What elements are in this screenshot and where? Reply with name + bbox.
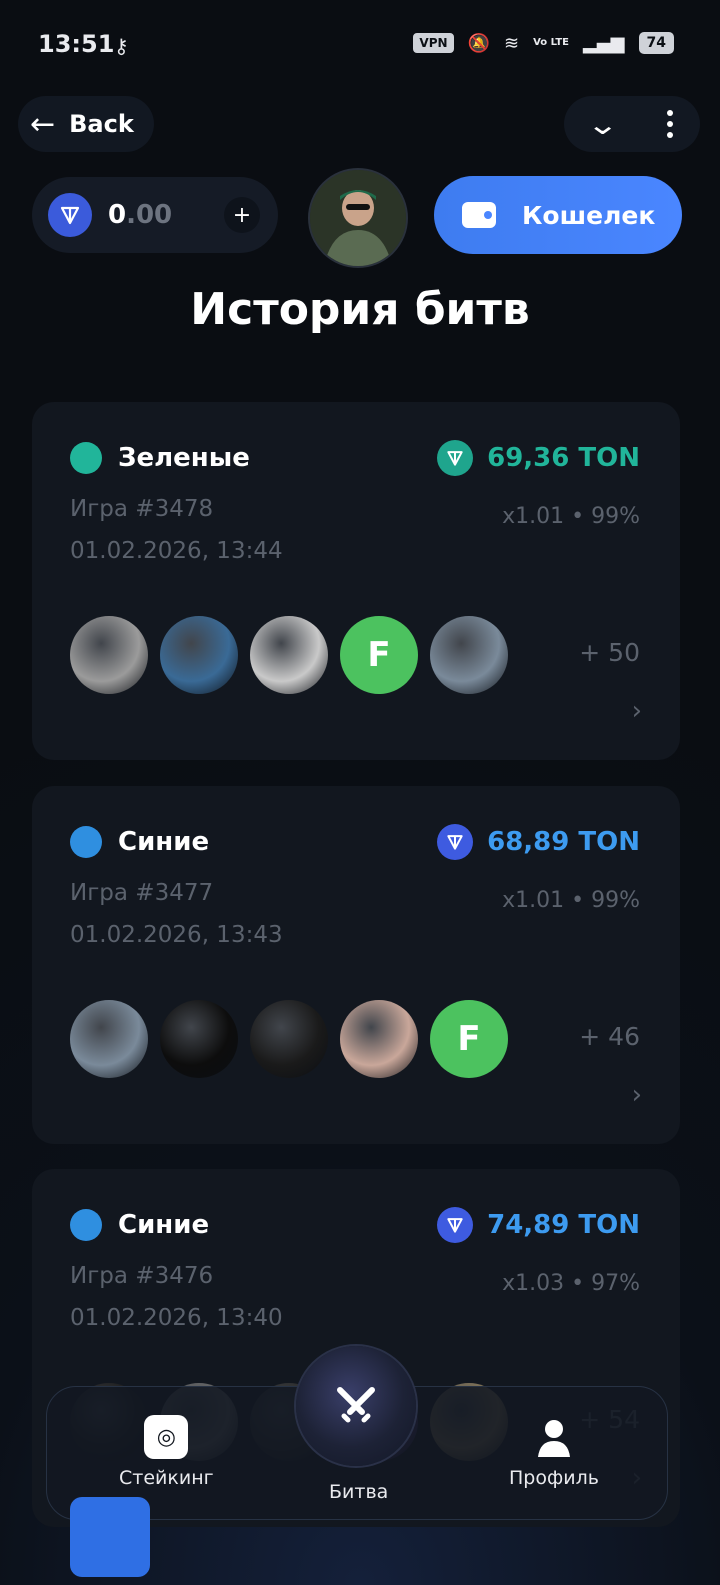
- top-actions: ⌄: [564, 96, 700, 152]
- battle-card[interactable]: Синие 68,89 TON Игра #3477 x1.01 • 99% 0…: [32, 786, 680, 1144]
- battle-card[interactable]: Зеленые 69,36 TON Игра #3478 x1.01 • 99%…: [32, 402, 680, 760]
- nav-profile[interactable]: Профиль: [509, 1415, 599, 1489]
- chevron-right-icon[interactable]: ›: [632, 1080, 642, 1110]
- vpn-badge: VPN: [413, 33, 454, 53]
- team-dot: [70, 442, 102, 474]
- player-avatar: [70, 616, 148, 694]
- team-label: Синие: [70, 826, 209, 858]
- team-name: Синие: [118, 827, 210, 857]
- volte-badge: Vo LTE: [533, 37, 569, 48]
- game-date: 01.02.2026, 13:40: [70, 1305, 283, 1331]
- more-options-icon[interactable]: [667, 110, 674, 138]
- team-label: Зеленые: [70, 442, 250, 474]
- game-date: 01.02.2026, 13:43: [70, 922, 283, 948]
- wallet-label: Кошелек: [522, 200, 656, 230]
- balance-pill[interactable]: 0.00 +: [32, 177, 278, 253]
- nav-battle-label: Битва: [329, 1481, 389, 1503]
- page-title: История битв: [190, 284, 530, 335]
- amount-value: 74,89 TON: [487, 1210, 640, 1240]
- player-avatar: [340, 1000, 418, 1078]
- battery-badge: 74: [638, 32, 674, 54]
- mute-icon: 🔕: [467, 32, 490, 54]
- amount-value: 69,36 TON: [487, 443, 640, 473]
- back-label: Back: [69, 110, 134, 138]
- pot-amount: 69,36 TON: [437, 440, 640, 476]
- game-number: Игра #3476: [70, 1263, 214, 1289]
- player-avatar: F: [430, 1000, 508, 1078]
- chevron-right-icon[interactable]: ›: [632, 696, 642, 726]
- floating-tile: [70, 1497, 150, 1577]
- game-number: Игра #3477: [70, 880, 214, 906]
- add-funds-button[interactable]: +: [224, 197, 260, 233]
- staking-icon: ◎: [144, 1415, 189, 1459]
- wallet-icon: [462, 202, 496, 228]
- team-dot: [70, 826, 102, 858]
- back-button[interactable]: ← Back: [18, 96, 154, 152]
- player-avatar: [160, 1000, 238, 1078]
- balance-value: 0.00: [108, 200, 172, 230]
- amount-value: 68,89 TON: [487, 827, 640, 857]
- pot-amount: 74,89 TON: [437, 1207, 640, 1243]
- key-icon: ⚷: [114, 34, 129, 58]
- status-icons: VPN 🔕 ≋ Vo LTE ▂▄▆ 74: [413, 32, 674, 54]
- player-avatar: [70, 1000, 148, 1078]
- players-row: F: [70, 616, 508, 694]
- wallet-button[interactable]: Кошелек: [434, 176, 682, 254]
- more-players-count: + 46: [579, 1022, 640, 1051]
- game-number: Игра #3478: [70, 496, 214, 522]
- status-time: 13:51: [38, 30, 115, 58]
- game-date: 01.02.2026, 13:44: [70, 538, 283, 564]
- more-players-count: + 50: [579, 638, 640, 667]
- back-arrow-icon: ←: [30, 106, 56, 142]
- multiplier: x1.01 • 99%: [502, 888, 640, 913]
- user-avatar[interactable]: [308, 168, 408, 268]
- player-avatar: [430, 616, 508, 694]
- team-label: Синие: [70, 1209, 209, 1241]
- ton-icon: [437, 440, 474, 476]
- team-dot: [70, 1209, 102, 1241]
- balance-decimal: .00: [126, 200, 173, 230]
- swords-icon: [337, 1387, 375, 1423]
- nav-staking[interactable]: ◎ Стейкинг: [119, 1415, 214, 1489]
- profile-icon: [532, 1415, 576, 1459]
- ton-icon: [48, 193, 92, 237]
- chevron-down-icon[interactable]: ⌄: [586, 108, 619, 141]
- wifi-icon: ≋: [503, 32, 520, 54]
- ton-icon: [437, 1207, 474, 1243]
- player-avatar: F: [340, 616, 418, 694]
- multiplier: x1.01 • 99%: [502, 504, 640, 529]
- ton-icon: [437, 824, 474, 860]
- balance-integer: 0: [108, 200, 127, 230]
- player-avatar: [250, 1000, 328, 1078]
- players-row: F: [70, 1000, 508, 1078]
- nav-battle[interactable]: [296, 1346, 416, 1466]
- pot-amount: 68,89 TON: [437, 824, 640, 860]
- team-name: Зеленые: [118, 443, 250, 473]
- multiplier: x1.03 • 97%: [502, 1271, 640, 1296]
- player-avatar: [250, 616, 328, 694]
- nav-staking-label: Стейкинг: [119, 1467, 214, 1489]
- team-name: Синие: [118, 1210, 210, 1240]
- nav-profile-label: Профиль: [509, 1467, 599, 1489]
- player-avatar: [160, 616, 238, 694]
- signal-icon: ▂▄▆: [582, 32, 625, 54]
